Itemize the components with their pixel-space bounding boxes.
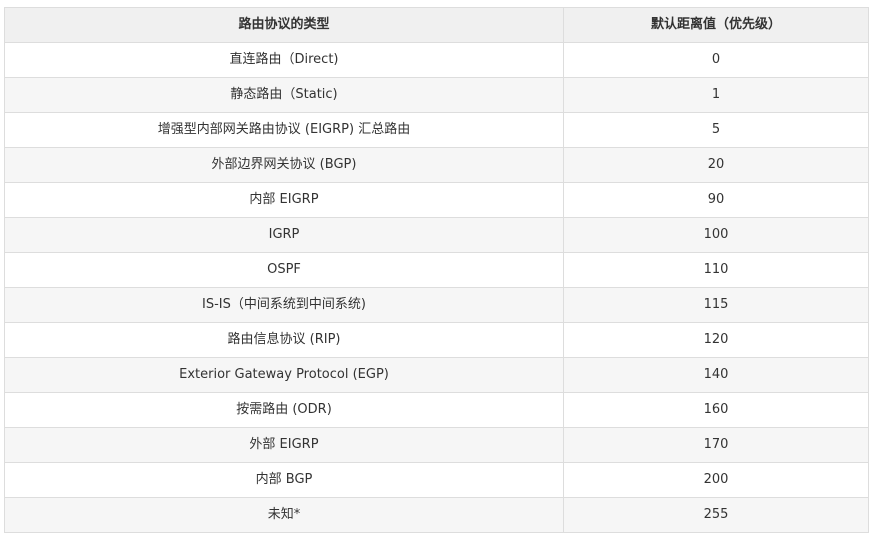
routing-distance-table-container: 路由协议的类型 默认距离值（优先级） 直连路由（Direct) 0 静态路由（S… bbox=[4, 7, 869, 533]
table-header: 路由协议的类型 默认距离值（优先级） bbox=[4, 7, 869, 43]
table-row: 路由信息协议 (RIP) 120 bbox=[4, 322, 869, 358]
routing-distance-table: 路由协议的类型 默认距离值（优先级） 直连路由（Direct) 0 静态路由（S… bbox=[4, 7, 869, 533]
protocol-cell: 内部 EIGRP bbox=[4, 182, 564, 218]
protocol-cell: 内部 BGP bbox=[4, 462, 564, 498]
protocol-cell: 按需路由 (ODR) bbox=[4, 392, 564, 428]
distance-cell: 140 bbox=[563, 357, 869, 393]
protocol-cell: OSPF bbox=[4, 252, 564, 288]
protocol-cell: 增强型内部网关路由协议 (EIGRP) 汇总路由 bbox=[4, 112, 564, 148]
distance-cell: 1 bbox=[563, 77, 869, 113]
protocol-cell: 外部边界网关协议 (BGP) bbox=[4, 147, 564, 183]
table-row: 外部边界网关协议 (BGP) 20 bbox=[4, 147, 869, 183]
header-protocol-type: 路由协议的类型 bbox=[4, 7, 564, 43]
table-row: IGRP 100 bbox=[4, 217, 869, 253]
header-row: 路由协议的类型 默认距离值（优先级） bbox=[4, 7, 869, 43]
distance-cell: 0 bbox=[563, 42, 869, 78]
protocol-cell: 未知* bbox=[4, 497, 564, 533]
distance-cell: 100 bbox=[563, 217, 869, 253]
distance-cell: 5 bbox=[563, 112, 869, 148]
distance-cell: 170 bbox=[563, 427, 869, 463]
protocol-cell: 路由信息协议 (RIP) bbox=[4, 322, 564, 358]
table-row: 按需路由 (ODR) 160 bbox=[4, 392, 869, 428]
table-row: 直连路由（Direct) 0 bbox=[4, 42, 869, 78]
table-row: OSPF 110 bbox=[4, 252, 869, 288]
table-row: 外部 EIGRP 170 bbox=[4, 427, 869, 463]
distance-cell: 110 bbox=[563, 252, 869, 288]
header-default-distance: 默认距离值（优先级） bbox=[563, 7, 869, 43]
table-row: 内部 BGP 200 bbox=[4, 462, 869, 498]
protocol-cell: 静态路由（Static) bbox=[4, 77, 564, 113]
protocol-cell: Exterior Gateway Protocol (EGP) bbox=[4, 357, 564, 393]
protocol-cell: 直连路由（Direct) bbox=[4, 42, 564, 78]
distance-cell: 160 bbox=[563, 392, 869, 428]
distance-cell: 255 bbox=[563, 497, 869, 533]
table-row: IS-IS（中间系统到中间系统) 115 bbox=[4, 287, 869, 323]
protocol-cell: IGRP bbox=[4, 217, 564, 253]
table-row: 增强型内部网关路由协议 (EIGRP) 汇总路由 5 bbox=[4, 112, 869, 148]
table-row: 内部 EIGRP 90 bbox=[4, 182, 869, 218]
table-row: Exterior Gateway Protocol (EGP) 140 bbox=[4, 357, 869, 393]
table-row: 未知* 255 bbox=[4, 497, 869, 533]
distance-cell: 90 bbox=[563, 182, 869, 218]
distance-cell: 200 bbox=[563, 462, 869, 498]
table-body: 直连路由（Direct) 0 静态路由（Static) 1 增强型内部网关路由协… bbox=[4, 42, 869, 533]
protocol-cell: IS-IS（中间系统到中间系统) bbox=[4, 287, 564, 323]
distance-cell: 120 bbox=[563, 322, 869, 358]
distance-cell: 20 bbox=[563, 147, 869, 183]
distance-cell: 115 bbox=[563, 287, 869, 323]
protocol-cell: 外部 EIGRP bbox=[4, 427, 564, 463]
table-row: 静态路由（Static) 1 bbox=[4, 77, 869, 113]
